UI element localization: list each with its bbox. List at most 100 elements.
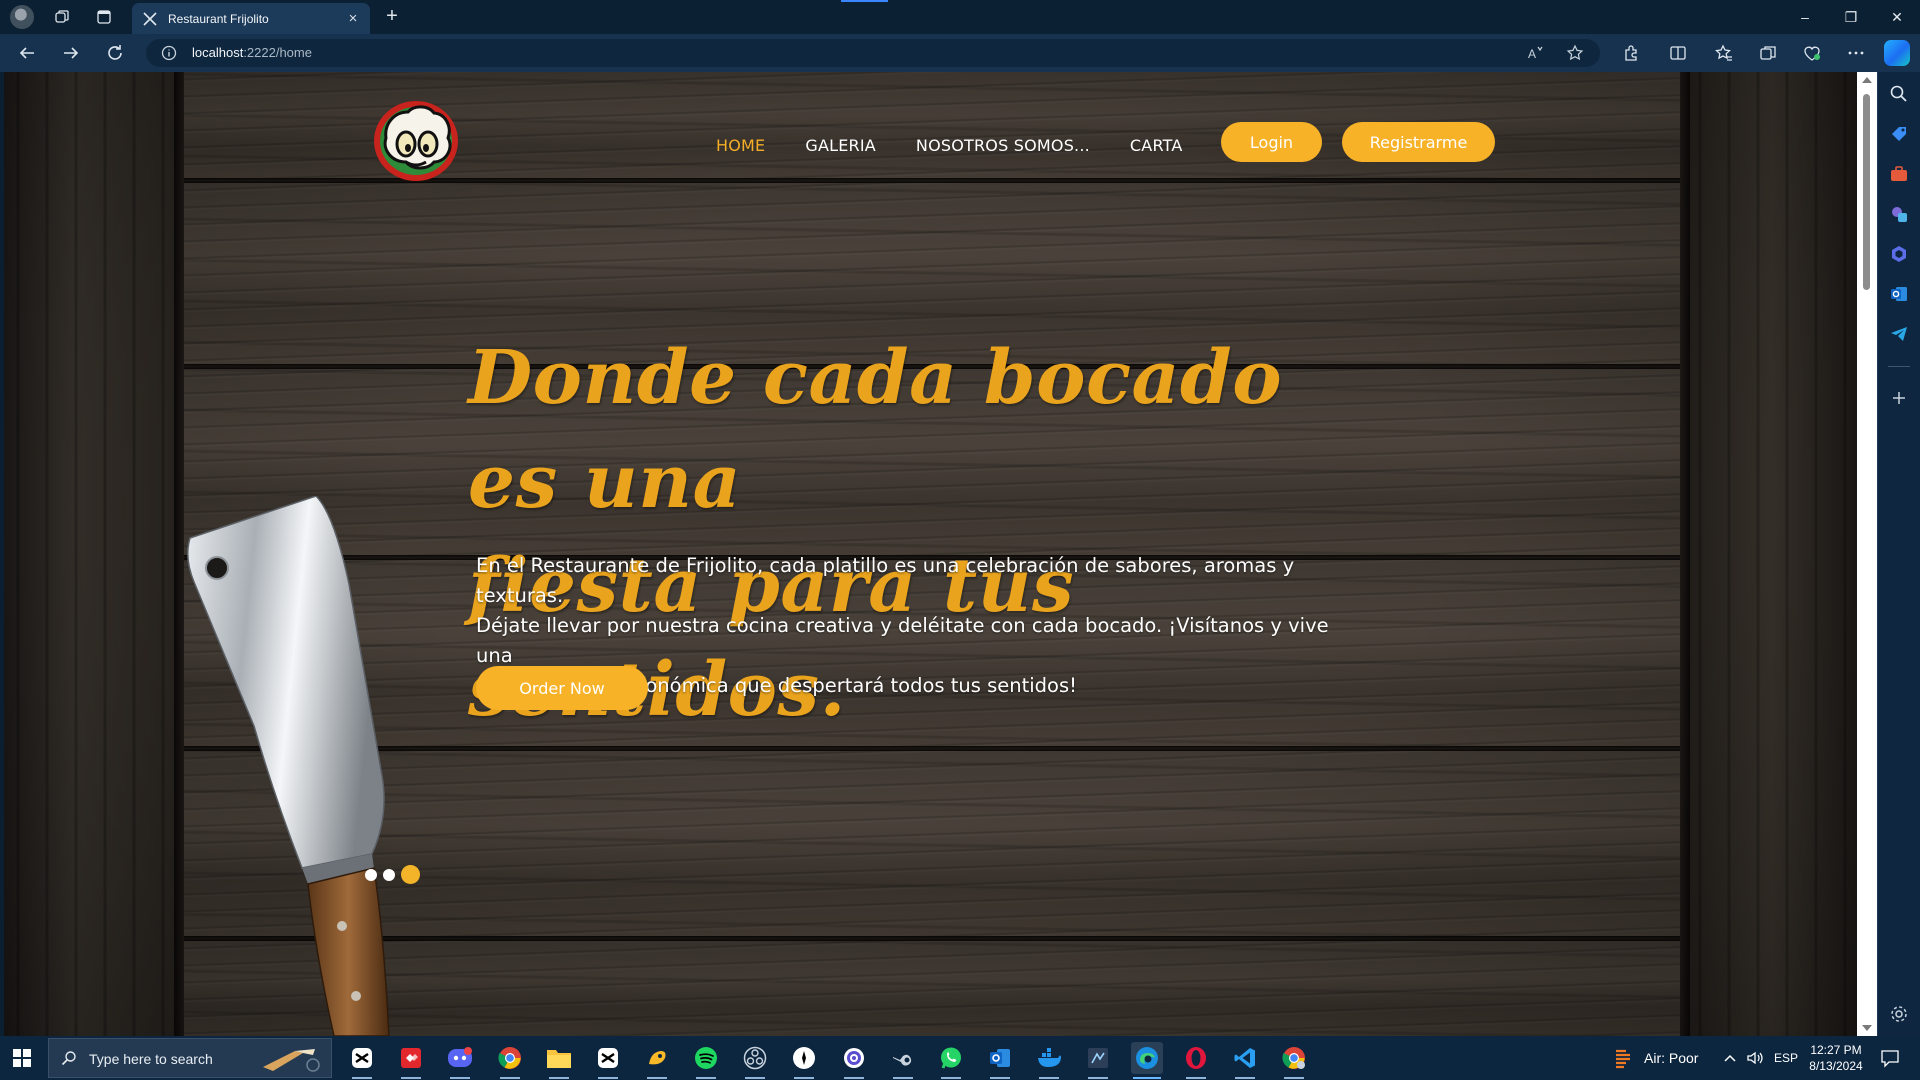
- outlook-icon[interactable]: [1889, 284, 1909, 304]
- weather-widget[interactable]: Air: Poor: [1612, 1036, 1698, 1080]
- obs-icon[interactable]: [739, 1042, 771, 1079]
- restaurant-favicon-icon: [142, 11, 158, 27]
- main-navigation: HOME GALERIA NOSOTROS SOMOS... CARTA: [716, 130, 1182, 160]
- tools-briefcase-icon[interactable]: [1889, 164, 1909, 184]
- file-explorer-icon[interactable]: [543, 1042, 575, 1079]
- carousel-dot-2[interactable]: [383, 868, 395, 881]
- favorite-star-icon[interactable]: [1566, 44, 1584, 62]
- weather-text: Air: Poor: [1644, 1050, 1699, 1066]
- search-highlight-icon: [255, 1043, 325, 1075]
- copilot-icon[interactable]: [1884, 40, 1910, 66]
- clock-date: 8/13/2024: [1809, 1059, 1863, 1073]
- tab-close-icon[interactable]: ×: [346, 11, 360, 26]
- settings-icon[interactable]: [1889, 1004, 1909, 1024]
- workspaces-icon[interactable]: [50, 5, 74, 29]
- tray-overflow-icon[interactable]: [1723, 1036, 1737, 1080]
- games-icon[interactable]: [1889, 204, 1909, 224]
- carousel-indicators: [365, 865, 420, 884]
- site-info-icon[interactable]: [161, 45, 177, 61]
- tab-actions-icon[interactable]: [92, 5, 116, 29]
- shopping-tag-icon[interactable]: [1889, 124, 1909, 144]
- login-button[interactable]: Login: [1221, 122, 1322, 162]
- discord-icon[interactable]: [444, 1042, 476, 1079]
- read-aloud-icon[interactable]: A: [1527, 44, 1545, 62]
- more-icon[interactable]: [1845, 42, 1867, 64]
- hero-title-line1: Donde cada bocado es una: [468, 335, 1283, 525]
- clock-time: 12:27 PM: [1810, 1043, 1862, 1057]
- copilot-sidebar-icon[interactable]: [1889, 244, 1909, 264]
- telegram-icon[interactable]: [1889, 324, 1909, 344]
- favorites-icon[interactable]: [1713, 42, 1735, 64]
- browser-tab[interactable]: Restaurant Frijolito ×: [132, 3, 370, 34]
- vscode-icon[interactable]: [1229, 1042, 1261, 1079]
- forward-arrow-icon[interactable]: [59, 41, 83, 65]
- minimize-button[interactable]: –: [1782, 0, 1828, 34]
- cleaver-image: [184, 496, 424, 1036]
- volume-icon[interactable]: [1746, 1036, 1764, 1080]
- hero-text-line1: En el Restaurante de Frijolito, cada pla…: [476, 554, 1295, 607]
- capcut2-icon[interactable]: [592, 1042, 624, 1079]
- edge-sidebar: [1877, 72, 1920, 1036]
- refresh-icon[interactable]: [103, 41, 127, 65]
- opera-icon[interactable]: [1180, 1042, 1212, 1079]
- chrome-profile-icon[interactable]: [1278, 1042, 1310, 1079]
- restore-button[interactable]: ❐: [1828, 0, 1874, 34]
- profile-avatar-icon[interactable]: [10, 5, 34, 29]
- add-icon[interactable]: [1889, 388, 1909, 408]
- sidebar-separator: [1888, 366, 1910, 367]
- carousel-dot-1[interactable]: [365, 868, 377, 881]
- edge-icon[interactable]: [1131, 1042, 1163, 1079]
- search-icon: [61, 1050, 77, 1066]
- carousel-dot-3-active[interactable]: [401, 865, 420, 884]
- browser-essentials-icon[interactable]: [1801, 42, 1823, 64]
- app-ring-icon[interactable]: [838, 1042, 870, 1079]
- nav-carta[interactable]: CARTA: [1130, 136, 1183, 155]
- scroll-thumb[interactable]: [1863, 94, 1870, 290]
- url-host: localhost: [192, 45, 244, 60]
- hero-text-line2: Déjate llevar por nuestra cocina creativ…: [476, 614, 1329, 667]
- order-now-button[interactable]: Order Now: [476, 666, 648, 710]
- url-text[interactable]: localhost:2222/home: [192, 45, 312, 60]
- notifications-icon[interactable]: [1880, 1036, 1900, 1080]
- visual-studio-icon[interactable]: [1082, 1042, 1114, 1079]
- spotify-icon[interactable]: [690, 1042, 722, 1079]
- page-scrollbar[interactable]: [1857, 72, 1877, 1036]
- language-indicator[interactable]: ESP: [1774, 1036, 1798, 1080]
- collections-icon[interactable]: [1757, 42, 1779, 64]
- outlook-icon[interactable]: [984, 1042, 1016, 1079]
- chrome-icon[interactable]: [494, 1042, 526, 1079]
- capcut-icon[interactable]: [346, 1042, 378, 1079]
- search-placeholder: Type here to search: [89, 1051, 213, 1067]
- taskbar-search[interactable]: Type here to search: [48, 1038, 332, 1078]
- windows-start-icon[interactable]: [12, 1048, 32, 1068]
- nav-nosotros[interactable]: NOSOTROS SOMOS...: [916, 136, 1090, 155]
- new-tab-button[interactable]: +: [380, 6, 404, 28]
- address-bar[interactable]: localhost:2222/home A: [146, 39, 1600, 67]
- nav-home[interactable]: HOME: [716, 136, 765, 155]
- browser-toolbar: localhost:2222/home A: [0, 34, 1920, 72]
- split-screen-icon[interactable]: [1667, 42, 1689, 64]
- whatsapp-icon[interactable]: [935, 1042, 967, 1079]
- taskbar-clock[interactable]: 12:27 PM 8/13/2024: [1796, 1042, 1876, 1074]
- notion-icon[interactable]: [788, 1042, 820, 1079]
- extensions-icon[interactable]: [1620, 42, 1642, 64]
- close-window-button[interactable]: ✕: [1874, 0, 1920, 34]
- scroll-up-arrow[interactable]: [1862, 77, 1872, 83]
- drag-indicator: [841, 0, 888, 2]
- scroll-down-arrow[interactable]: [1862, 1025, 1872, 1031]
- sunlogin-icon[interactable]: [641, 1042, 673, 1079]
- frijolito-logo[interactable]: [370, 98, 462, 184]
- register-button[interactable]: Registrarme: [1342, 122, 1495, 162]
- docker-icon[interactable]: [1033, 1042, 1065, 1079]
- back-arrow-icon[interactable]: [15, 41, 39, 65]
- anydesk-icon[interactable]: [395, 1042, 427, 1079]
- page-viewport: HOME GALERIA NOSOTROS SOMOS... CARTA Log…: [4, 72, 1857, 1036]
- windows-taskbar: Type here to search Air: Poor ESP 12:27 …: [0, 1036, 1920, 1080]
- url-path: :2222/home: [243, 45, 312, 60]
- steam-icon[interactable]: [887, 1042, 919, 1079]
- search-icon[interactable]: [1889, 84, 1909, 104]
- svg-text:A: A: [1528, 47, 1536, 61]
- tab-title: Restaurant Frijolito: [168, 11, 269, 26]
- air-quality-icon: [1616, 1049, 1630, 1069]
- nav-galeria[interactable]: GALERIA: [805, 136, 876, 155]
